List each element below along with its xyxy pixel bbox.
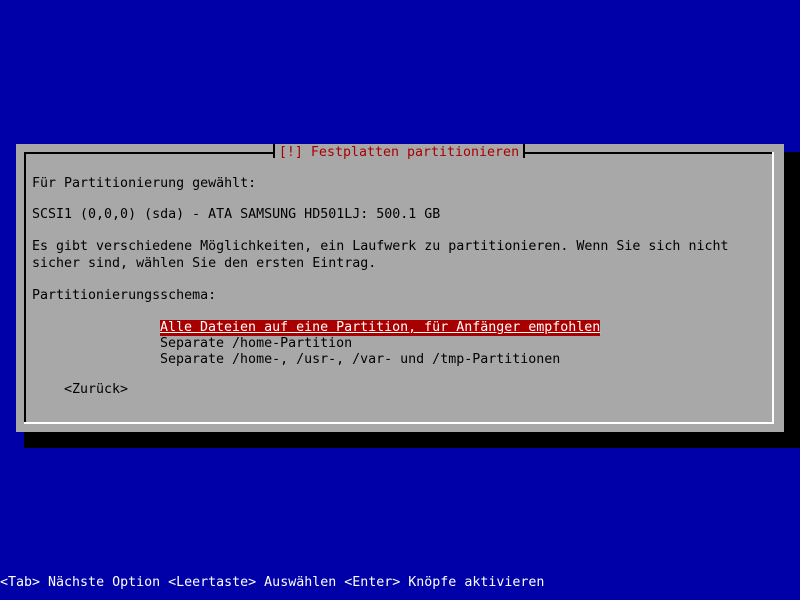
description-line-1: Es gibt verschiedene Möglichkeiten, ein … (32, 239, 729, 254)
intro-label: Für Partitionierung gewählt: (32, 176, 257, 191)
dialog-title-bar: [!] Festplatten partitionieren (26, 144, 772, 161)
disk-label: SCSI1 (0,0,0) (sda) - ATA SAMSUNG HD501L… (32, 207, 441, 222)
option-separate-home-usr-var-tmp[interactable]: Separate /home-, /usr-, /var- und /tmp-P… (160, 352, 560, 368)
dialog-title: [!] Festplatten partitionieren (272, 144, 526, 161)
description-line-2: sicher sind, wählen Sie den ersten Eintr… (32, 256, 377, 271)
status-bar: <Tab> Nächste Option <Leertaste> Auswähl… (0, 575, 545, 590)
back-button[interactable]: <Zurück> (64, 382, 128, 398)
scheme-label: Partitionierungsschema: (32, 288, 217, 303)
option-all-in-one-partition[interactable]: Alle Dateien auf eine Partition, für Anf… (160, 320, 601, 336)
option-separate-home[interactable]: Separate /home-Partition (160, 336, 352, 352)
